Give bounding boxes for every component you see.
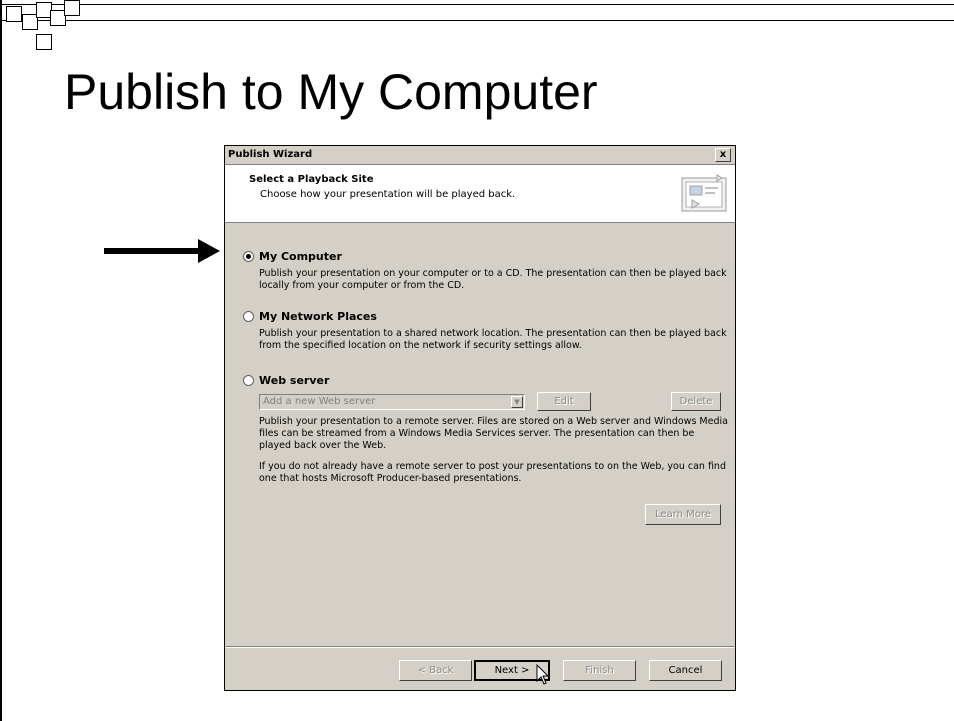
option-desc-web-server-2: If you do not already have a remote serv…: [259, 461, 726, 484]
option-desc-my-network-places: Publish your presentation to a shared ne…: [259, 328, 727, 351]
cancel-button[interactable]: Cancel: [649, 660, 722, 681]
option-label-web-server[interactable]: Web server: [259, 374, 329, 387]
radio-my-computer[interactable]: [243, 251, 254, 262]
decor-square: [6, 6, 22, 22]
radio-my-network-places[interactable]: [243, 311, 254, 322]
close-icon: x: [719, 149, 727, 160]
finish-button[interactable]: Finish: [563, 660, 636, 681]
web-server-combo[interactable]: Add a new Web server ▼: [259, 394, 525, 410]
option-desc-my-computer: Publish your presentation on your comput…: [259, 268, 727, 291]
option-label-my-network-places[interactable]: My Network Places: [259, 310, 377, 323]
close-button[interactable]: x: [715, 148, 731, 162]
option-label-my-computer[interactable]: My Computer: [259, 250, 342, 263]
decor-square: [36, 34, 52, 50]
title-bar[interactable]: Publish Wizard x: [225, 146, 735, 165]
radio-selected-dot: [246, 254, 251, 259]
delete-button[interactable]: Delete: [671, 392, 721, 411]
radio-web-server[interactable]: [243, 375, 254, 386]
slide-title: Publish to My Computer: [64, 64, 598, 120]
back-button[interactable]: < Back: [399, 660, 472, 681]
header-title: Select a Playback Site: [249, 174, 374, 185]
slide-top-rule: [0, 4, 954, 5]
footer-divider: [225, 646, 735, 648]
decor-square: [64, 0, 80, 16]
option-desc-web-server: Publish your presentation to a remote se…: [259, 416, 728, 451]
presentation-icon: [681, 174, 727, 212]
arrow-shaft: [104, 248, 200, 254]
web-server-combo-value: Add a new Web server: [263, 396, 376, 407]
next-button[interactable]: Next >: [474, 660, 550, 681]
arrow-head: [198, 239, 220, 263]
learn-more-button[interactable]: Learn More: [645, 504, 721, 525]
publish-wizard-dialog: Publish Wizard x Select a Playback Site …: [224, 145, 736, 691]
slide-left-border: [0, 0, 2, 721]
edit-button[interactable]: Edit: [537, 392, 591, 411]
chevron-down-icon[interactable]: ▼: [511, 396, 523, 408]
slide-top-rule-2: [0, 20, 954, 21]
dialog-title: Publish Wizard: [228, 149, 313, 160]
header-subtitle: Choose how your presentation will be pla…: [260, 189, 516, 200]
wizard-header: Select a Playback Site Choose how your p…: [225, 165, 735, 223]
